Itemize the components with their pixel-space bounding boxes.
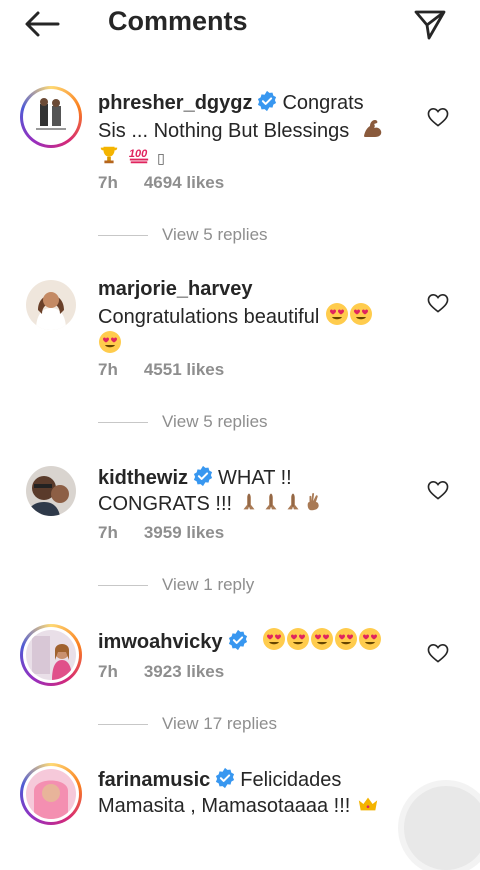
crown-icon (356, 793, 380, 815)
comment-text: kidthewiz WHAT !! CONGRATS !!! (98, 465, 398, 517)
comment-meta: 7h 4694 likes (98, 173, 224, 193)
comment-text: imwoahvicky (98, 627, 398, 655)
comment-body: WHAT !! (218, 467, 292, 489)
avatar[interactable] (20, 86, 82, 148)
folded-hands-icon (260, 491, 282, 513)
heart-icon[interactable] (427, 293, 449, 313)
comment-time: 7h (98, 360, 118, 379)
comment-meta: 7h 3923 likes (98, 662, 224, 682)
heart-eyes-emoji-icon (286, 627, 310, 651)
avatar[interactable] (20, 624, 82, 686)
replies-divider (98, 585, 148, 586)
replies-divider (98, 422, 148, 423)
replies-divider (98, 235, 148, 236)
verified-badge-icon (256, 90, 278, 112)
replies-divider (98, 724, 148, 725)
folded-hands-icon (282, 491, 304, 513)
comment-username[interactable]: imwoahvicky (98, 631, 223, 653)
comment-time: 7h (98, 173, 118, 192)
heart-icon[interactable] (427, 643, 449, 663)
comment-body-line2: CONGRATS !!! (98, 493, 233, 515)
heart-eyes-emoji-icon (334, 627, 358, 651)
hundred-points-icon (126, 144, 152, 166)
unknown-glyph-icon: ▯ (157, 150, 165, 166)
crossed-fingers-icon (304, 491, 326, 513)
scroll-assist-button[interactable] (404, 786, 480, 870)
comment-likes[interactable]: 4551 likes (144, 360, 224, 379)
comment-body-line2: Mamasita , Mamasotaaaa !!! (98, 795, 351, 817)
comment-text: farinamusic Felicidades Mamasita , Mamaso… (98, 767, 398, 819)
avatar[interactable] (20, 763, 82, 825)
heart-icon[interactable] (427, 107, 449, 127)
arrow-left-icon[interactable] (22, 8, 62, 40)
comment-username[interactable]: farinamusic (98, 769, 210, 791)
flexed-biceps-icon (361, 116, 385, 140)
comment-username[interactable]: marjorie_harvey (98, 278, 253, 300)
comment-body-line2: Sis ... Nothing But Blessings (98, 120, 350, 142)
comment-username[interactable]: phresher_dgygz (98, 92, 252, 114)
header: Comments (0, 0, 480, 50)
view-replies-label[interactable]: View 1 reply (162, 575, 254, 595)
comment-body: Congratulations beautiful (98, 306, 320, 328)
heart-eyes-emoji-icon (262, 627, 286, 651)
folded-hands-icon (238, 491, 260, 513)
heart-eyes-emoji-icon (349, 302, 373, 326)
comment-text: marjorie_harvey Congratulations beautifu… (98, 277, 398, 358)
heart-eyes-emoji-icon (325, 302, 349, 326)
comment-username[interactable]: kidthewiz (98, 467, 188, 489)
avatar[interactable] (20, 460, 82, 522)
avatar[interactable] (20, 274, 82, 336)
comment-time: 7h (98, 662, 118, 681)
heart-icon[interactable] (427, 480, 449, 500)
verified-badge-icon (192, 465, 214, 487)
view-replies-label[interactable]: View 17 replies (162, 714, 277, 734)
comment-time: 7h (98, 523, 118, 542)
comment-likes[interactable]: 3959 likes (144, 523, 224, 542)
comment-text: phresher_dgygz Congrats Sis ... Nothing B… (98, 90, 398, 171)
comment-meta: 7h 3959 likes (98, 523, 224, 543)
heart-eyes-emoji-icon (98, 330, 122, 354)
heart-eyes-emoji-icon (358, 627, 382, 651)
verified-badge-icon (227, 629, 249, 651)
view-replies-label[interactable]: View 5 replies (162, 412, 268, 432)
comment-likes[interactable]: 3923 likes (144, 662, 224, 681)
verified-badge-icon (214, 767, 236, 789)
comment-body: Felicidades (240, 769, 342, 791)
paper-plane-icon[interactable] (412, 6, 448, 42)
comment-likes[interactable]: 4694 likes (144, 173, 224, 192)
trophy-icon (98, 144, 120, 166)
view-replies-label[interactable]: View 5 replies (162, 225, 268, 245)
page-title: Comments (108, 6, 248, 36)
comment-body: Congrats (282, 92, 364, 114)
comment-meta: 7h 4551 likes (98, 360, 224, 380)
heart-eyes-emoji-icon (310, 627, 334, 651)
